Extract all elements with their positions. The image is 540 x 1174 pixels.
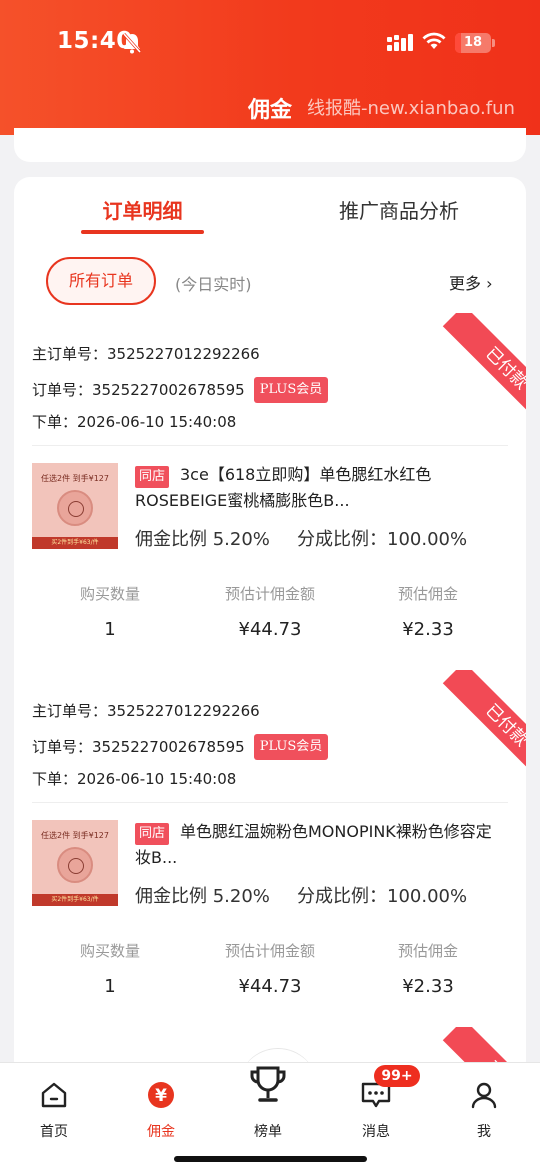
tab-home-label[interactable]: 首页: [14, 1121, 94, 1141]
order-label: 订单号：: [32, 381, 93, 399]
main-order-label: 主订单号：: [32, 702, 108, 720]
commissionable-amount-label: 预估计佣金额: [224, 585, 315, 603]
summary-card-bottom: [14, 128, 526, 162]
svg-text:¥: ¥: [155, 1086, 167, 1106]
tab-messages-label[interactable]: 消息: [336, 1121, 416, 1141]
main-order-value: 3525227012292266: [107, 702, 260, 720]
active-tab-underline: [81, 230, 204, 234]
battery-level-text: 18: [463, 35, 483, 50]
commission-rate: 佣金比例 5.20%: [135, 886, 270, 907]
product-thumbnail[interactable]: 任选2件 到手¥127 买2件到手¥63/件: [32, 463, 118, 549]
cellular-signal-icon: [387, 34, 413, 51]
quantity-label: 购买数量: [79, 942, 140, 960]
commission-icon: ¥: [148, 1082, 174, 1108]
order-time-value: 2026-06-10 15:40:08: [77, 770, 237, 788]
thumb-bottom-text: 买2件到手¥63/件: [32, 894, 118, 906]
plus-member-badge: PLUS会员: [254, 377, 328, 403]
tab-product-analysis[interactable]: 推广商品分析: [324, 195, 474, 224]
profile-icon: [471, 1082, 497, 1109]
tab-profile[interactable]: [444, 1080, 524, 1114]
muted-bell-icon: [122, 33, 142, 54]
home-indicator: [174, 1156, 367, 1162]
tab-profile-label[interactable]: 我: [444, 1121, 524, 1141]
order-item[interactable]: 已付款 主订单号：3525227012292266 订单号：3525227002…: [14, 670, 526, 1027]
all-orders-filter[interactable]: 所有订单: [46, 257, 156, 305]
product-thumbnail[interactable]: 任选2件 到手¥127 买2件到手¥63/件: [32, 820, 118, 906]
quantity-value: 1: [104, 619, 116, 640]
tab-order-details[interactable]: 订单明细: [81, 195, 204, 224]
status-ribbon-text: 已付款: [442, 670, 526, 770]
thumb-bottom-text: 买2件到手¥63/件: [32, 537, 118, 549]
order-time: 下单：2026-06-10 15:40:08: [32, 411, 236, 432]
order-label: 订单号：: [32, 738, 93, 756]
main-order-label: 主订单号：: [32, 345, 108, 363]
more-link[interactable]: 更多 ›: [449, 270, 493, 294]
status-ribbon: 已付款: [426, 313, 526, 413]
main-order-number: 主订单号：3525227012292266: [32, 343, 260, 364]
estimated-commission-value: ¥2.33: [402, 619, 454, 640]
thumb-promo-text: 任选2件 到手¥127: [41, 474, 109, 483]
estimated-commission-label: 预估佣金: [397, 585, 458, 603]
divider: [32, 802, 508, 803]
orders-card: 订单明细 推广商品分析 所有订单 (今日实时) 更多 › 已付款 主订单号：35…: [14, 177, 526, 1077]
order-value: 3525227002678595: [92, 381, 245, 399]
home-icon: [41, 1082, 67, 1108]
blush-compact-image: [57, 490, 93, 526]
divider: [32, 445, 508, 446]
share-rate: 分成比例：100.00%: [297, 886, 468, 907]
quantity-value: 1: [104, 976, 116, 997]
estimated-commission-value: ¥2.33: [402, 976, 454, 997]
commissionable-amount-label: 预估计佣金额: [224, 942, 315, 960]
product-title[interactable]: 3ce【618立即购】单色腮红水红色ROSEBEIGE蜜桃橘膨胀色B...: [135, 462, 507, 514]
share-rate: 分成比例：100.00%: [297, 529, 468, 550]
tab-commission-label[interactable]: 佣金: [121, 1121, 201, 1141]
order-item[interactable]: 已付款 主订单号：3525227012292266 订单号：3525227002…: [14, 313, 526, 670]
tab-ranking[interactable]: [228, 1064, 308, 1112]
header-bar: 15:40 18 佣金 线报酷-new.xianbao.fun: [0, 0, 540, 135]
order-number: 订单号：3525227002678595: [32, 736, 245, 757]
order-value: 3525227002678595: [92, 738, 245, 756]
quantity-label: 购买数量: [79, 585, 140, 603]
tab-commission[interactable]: ¥: [121, 1080, 201, 1114]
page-title: 佣金: [248, 98, 293, 123]
realtime-note: (今日实时): [175, 275, 252, 294]
estimated-commission-label: 预估佣金: [397, 942, 458, 960]
plus-member-badge: PLUS会员: [254, 734, 328, 760]
order-time-label: 下单：: [32, 770, 78, 788]
tab-home[interactable]: [14, 1080, 94, 1114]
blush-compact-image: [57, 847, 93, 883]
main-order-number: 主订单号：3525227012292266: [32, 700, 260, 721]
battery-indicator: 18: [455, 33, 491, 53]
order-time-value: 2026-06-10 15:40:08: [77, 413, 237, 431]
commission-rate: 佣金比例 5.20%: [135, 529, 270, 550]
watermark-text: 线报酷-new.xianbao.fun: [307, 98, 515, 119]
wifi-icon: [422, 32, 446, 49]
status-ribbon: 已付款: [426, 670, 526, 770]
order-time: 下单：2026-06-10 15:40:08: [32, 768, 236, 789]
commissionable-amount-value: ¥44.73: [238, 976, 302, 997]
thumb-promo-text: 任选2件 到手¥127: [41, 831, 109, 840]
trophy-icon: [250, 1066, 286, 1102]
battery-tip: [492, 39, 495, 47]
order-number: 订单号：3525227002678595: [32, 379, 245, 400]
product-title[interactable]: 单色腮红温婉粉色MONOPINK裸粉色修容定妆B...: [135, 819, 507, 871]
commissionable-amount-value: ¥44.73: [238, 619, 302, 640]
tab-ranking-label[interactable]: 榜单: [228, 1121, 308, 1141]
unread-badge: 99+: [374, 1065, 420, 1087]
status-ribbon-text: 已付款: [442, 313, 526, 413]
order-time-label: 下单：: [32, 413, 78, 431]
main-order-value: 3525227012292266: [107, 345, 260, 363]
